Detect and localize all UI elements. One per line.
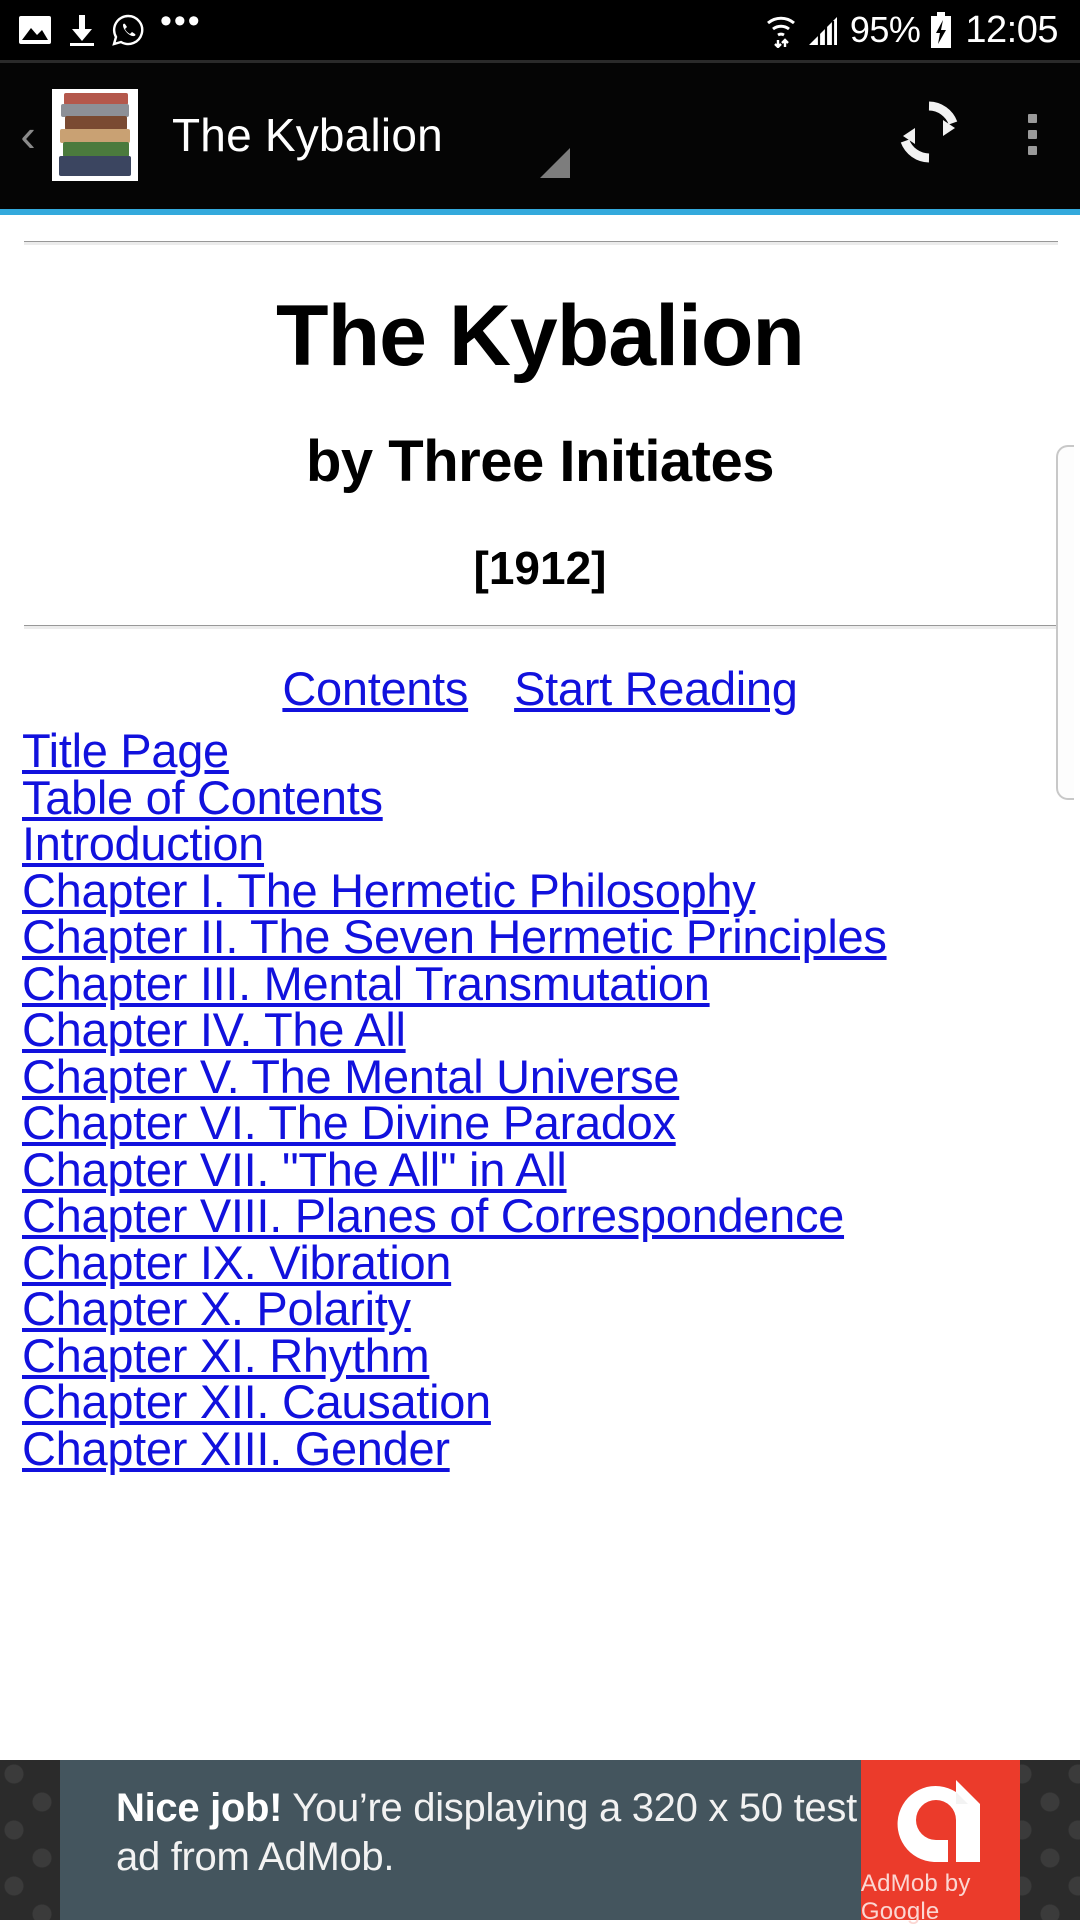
battery-percent-label: 95% bbox=[850, 9, 921, 51]
resize-handle-icon bbox=[540, 148, 570, 178]
list-item[interactable]: Title Page bbox=[22, 728, 1080, 775]
list-item[interactable]: Chapter IX. Vibration bbox=[22, 1240, 1080, 1287]
divider-top bbox=[24, 241, 1058, 245]
list-item[interactable]: Chapter VI. The Divine Paradox bbox=[22, 1100, 1080, 1147]
wifi-icon bbox=[764, 12, 798, 48]
back-button[interactable]: ‹ bbox=[6, 112, 50, 158]
list-item[interactable]: Chapter IV. The All bbox=[22, 1007, 1080, 1054]
admob-logo-icon bbox=[894, 1774, 986, 1866]
ad-container: Nice job! You’re displaying a 320 x 50 t… bbox=[0, 1760, 1080, 1920]
page-year: [1912] bbox=[0, 541, 1080, 595]
list-item[interactable]: Introduction bbox=[22, 821, 1080, 868]
overflow-menu-icon bbox=[1028, 130, 1037, 139]
app-bar: ‹ The Kybalion bbox=[0, 60, 1080, 209]
table-of-contents-list: Title Page Table of Contents Introductio… bbox=[0, 728, 1080, 1472]
app-bar-divider bbox=[0, 60, 1080, 63]
overflow-menu-icon bbox=[1028, 146, 1037, 155]
list-item[interactable]: Chapter II. The Seven Hermetic Principle… bbox=[22, 914, 1080, 961]
list-item[interactable]: Chapter X. Polarity bbox=[22, 1286, 1080, 1333]
divider-bottom bbox=[24, 625, 1058, 629]
admob-brand-label: AdMob by Google bbox=[861, 1870, 1020, 1926]
clock-label: 12:05 bbox=[965, 9, 1058, 52]
list-item[interactable]: Chapter XII. Causation bbox=[22, 1379, 1080, 1426]
status-bar-right-icons: 95% 12:05 bbox=[764, 9, 1058, 52]
overflow-menu-icon bbox=[1028, 114, 1037, 123]
status-bar: ••• 95% 12:05 bbox=[0, 0, 1080, 60]
refresh-button[interactable] bbox=[874, 96, 984, 173]
list-item[interactable]: Chapter XI. Rhythm bbox=[22, 1333, 1080, 1380]
status-bar-left-icons: ••• bbox=[18, 14, 202, 46]
link-contents[interactable]: Contents bbox=[282, 662, 468, 715]
ad-headline: Nice job! bbox=[116, 1786, 282, 1830]
download-icon bbox=[68, 14, 96, 46]
ad-copy: Nice job! You’re displaying a 320 x 50 t… bbox=[60, 1760, 861, 1920]
link-start-reading[interactable]: Start Reading bbox=[514, 662, 798, 715]
admob-brand-block[interactable]: AdMob by Google bbox=[861, 1760, 1020, 1920]
list-item[interactable]: Chapter III. Mental Transmutation bbox=[22, 961, 1080, 1008]
list-item[interactable]: Chapter XIII. Gender bbox=[22, 1426, 1080, 1473]
web-view-content[interactable]: The Kybalion by Three Initiates [1912] C… bbox=[0, 215, 1080, 1760]
admob-banner[interactable]: Nice job! You’re displaying a 320 x 50 t… bbox=[60, 1760, 1020, 1920]
page-title: The Kybalion bbox=[0, 287, 1080, 386]
vertical-scrollbar[interactable] bbox=[1056, 445, 1074, 800]
list-item[interactable]: Chapter I. The Hermetic Philosophy bbox=[22, 868, 1080, 915]
image-icon bbox=[18, 15, 52, 45]
app-title: The Kybalion bbox=[172, 108, 443, 162]
list-item[interactable]: Chapter VIII. Planes of Correspondence bbox=[22, 1193, 1080, 1240]
page-author: by Three Initiates bbox=[0, 428, 1080, 495]
whatsapp-icon bbox=[112, 14, 144, 46]
battery-charging-icon bbox=[929, 12, 953, 48]
overflow-menu-button[interactable] bbox=[984, 114, 1080, 155]
nav-links: Contents Start Reading bbox=[0, 661, 1080, 716]
book-stack-icon bbox=[52, 89, 138, 181]
list-item[interactable]: Chapter V. The Mental Universe bbox=[22, 1054, 1080, 1101]
signal-icon bbox=[807, 13, 841, 47]
more-notifications-icon: ••• bbox=[160, 11, 202, 31]
list-item[interactable]: Chapter VII. "The All" in All bbox=[22, 1147, 1080, 1194]
list-item[interactable]: Table of Contents bbox=[22, 775, 1080, 822]
refresh-icon bbox=[893, 96, 965, 173]
